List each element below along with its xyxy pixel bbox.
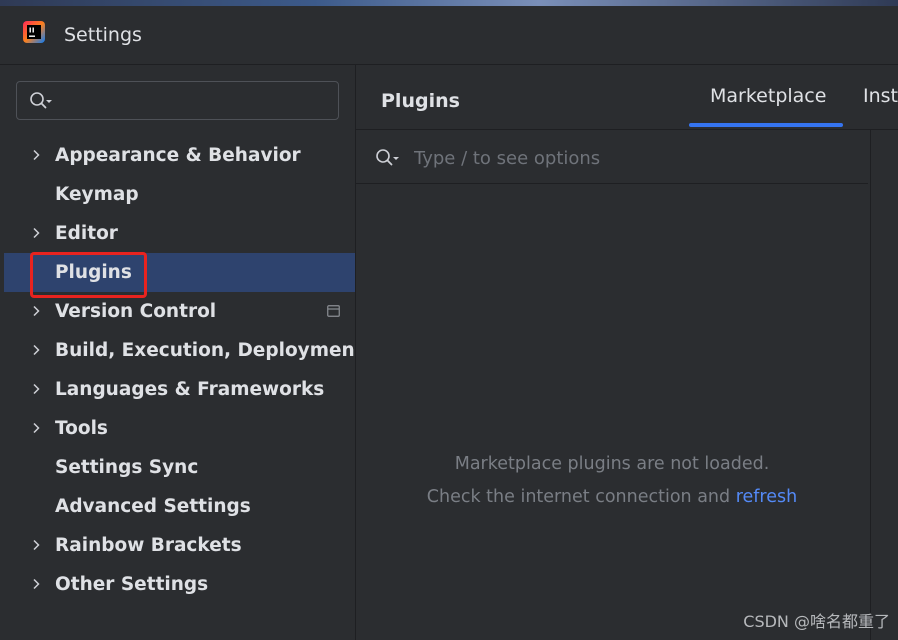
empty-state-line2: Check the internet connection and refres… — [356, 481, 868, 514]
settings-search-box[interactable] — [16, 81, 339, 120]
chevron-right-icon[interactable] — [30, 383, 42, 395]
sidebar-item-appearance-behavior[interactable]: Appearance & Behavior — [4, 136, 355, 175]
details-panel-edge — [870, 130, 898, 640]
active-tab-indicator — [689, 123, 843, 127]
sidebar-item-settings-sync[interactable]: Settings Sync — [4, 448, 355, 487]
sidebar-item-label: Keymap — [55, 184, 139, 205]
plugins-panel: Plugins Marketplace Insta Marketplace pl… — [356, 65, 898, 640]
chevron-right-icon[interactable] — [30, 578, 42, 590]
sidebar-item-build-execution-deployment[interactable]: Build, Execution, Deployment — [4, 331, 364, 370]
empty-state-message: Marketplace plugins are not loaded. Chec… — [356, 448, 868, 514]
marketplace-content: Marketplace plugins are not loaded. Chec… — [356, 130, 870, 640]
sidebar-item-label: Tools — [55, 418, 108, 439]
sidebar-item-languages-frameworks[interactable]: Languages & Frameworks — [4, 370, 355, 409]
sidebar-item-label: Editor — [55, 223, 118, 244]
tab-marketplace[interactable]: Marketplace — [710, 83, 826, 109]
chevron-right-icon[interactable] — [30, 539, 42, 551]
chevron-right-icon[interactable] — [30, 305, 42, 317]
sidebar-item-label: Languages & Frameworks — [55, 379, 325, 400]
empty-state-line1: Marketplace plugins are not loaded. — [454, 454, 770, 474]
watermark: CSDN @啥名都重了 — [743, 612, 890, 631]
sidebar-item-label: Rainbow Brackets — [55, 535, 242, 556]
plugin-search-bar[interactable] — [356, 130, 868, 184]
settings-tree: Appearance & Behavior Keymap Editor Plug… — [4, 136, 364, 604]
settings-window: Settings Appearance & Behavior Keymap Ed… — [0, 0, 898, 640]
sidebar-item-label: Other Settings — [55, 574, 209, 595]
chevron-right-icon[interactable] — [30, 422, 42, 434]
search-with-options-icon[interactable] — [29, 91, 53, 111]
search-with-options-icon[interactable] — [375, 148, 401, 168]
tab-installed[interactable]: Insta — [863, 83, 898, 109]
intellij-logo-icon — [23, 21, 45, 43]
sidebar-item-other-settings[interactable]: Other Settings — [4, 565, 355, 604]
sidebar-item-label: Version Control — [55, 301, 217, 322]
sidebar-item-version-control[interactable]: Version Control — [4, 292, 355, 331]
sidebar-item-label: Plugins — [55, 262, 132, 283]
window-title: Settings — [64, 24, 142, 46]
sidebar-item-label: Appearance & Behavior — [55, 145, 301, 166]
sidebar-item-keymap[interactable]: Keymap — [4, 175, 355, 214]
chevron-right-icon[interactable] — [30, 227, 42, 239]
refresh-link[interactable]: refresh — [736, 487, 798, 507]
chevron-right-icon[interactable] — [30, 344, 42, 356]
sidebar-item-label: Build, Execution, Deployment — [55, 340, 364, 361]
sidebar-item-rainbow-brackets[interactable]: Rainbow Brackets — [4, 526, 355, 565]
sidebar-item-advanced-settings[interactable]: Advanced Settings — [4, 487, 355, 526]
sidebar-item-tools[interactable]: Tools — [4, 409, 355, 448]
sidebar-item-plugins[interactable]: Plugins — [4, 253, 355, 292]
project-scope-icon — [327, 305, 340, 317]
settings-search-input[interactable] — [61, 88, 325, 116]
sidebar-item-editor[interactable]: Editor — [4, 214, 355, 253]
plugin-search-input[interactable] — [412, 143, 836, 173]
sidebar-item-label: Advanced Settings — [55, 496, 251, 517]
settings-sidebar: Appearance & Behavior Keymap Editor Plug… — [4, 65, 364, 640]
empty-state-line2-text: Check the internet connection and — [426, 487, 736, 507]
sidebar-item-label: Settings Sync — [55, 457, 199, 478]
page-title: Plugins — [381, 90, 460, 112]
chevron-right-icon[interactable] — [30, 149, 42, 161]
title-bar: Settings — [0, 6, 898, 64]
